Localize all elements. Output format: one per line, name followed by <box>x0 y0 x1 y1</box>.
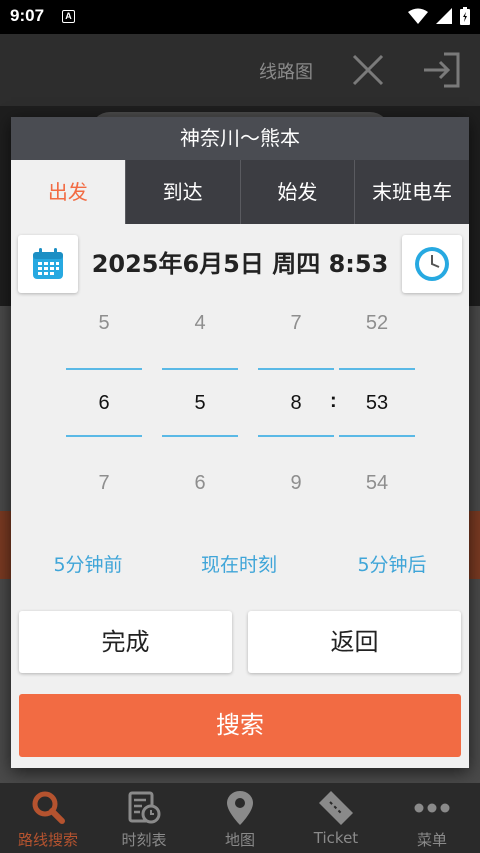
notification-badge: A <box>62 10 75 23</box>
month-current[interactable]: 6 <box>66 392 142 415</box>
minute-current[interactable]: 53 <box>339 392 415 415</box>
tab-departure[interactable]: 出发 <box>11 160 125 224</box>
action-row: 完成 返回 <box>11 604 469 680</box>
day-prev[interactable]: 4 <box>162 312 238 335</box>
tab-last-train[interactable]: 末班电车 <box>354 160 469 224</box>
day-current[interactable]: 5 <box>162 392 238 415</box>
day-wheel[interactable]: 4 5 6 <box>162 296 238 536</box>
minute-next[interactable]: 54 <box>339 472 415 495</box>
close-icon <box>352 54 384 86</box>
hour-prev[interactable]: 7 <box>258 312 334 335</box>
dialog-title: 神奈川〜熊本 <box>11 117 469 160</box>
picker-divider <box>162 435 238 437</box>
more-icon <box>412 789 452 827</box>
calendar-button[interactable] <box>18 235 78 293</box>
ticket-icon <box>316 789 356 827</box>
day-next[interactable]: 6 <box>162 472 238 495</box>
close-button[interactable] <box>350 52 386 88</box>
picker-divider <box>258 368 334 370</box>
five-min-before-button[interactable]: 5分钟前 <box>13 550 163 577</box>
back-button[interactable]: 返回 <box>248 611 461 673</box>
nav-ticket[interactable]: Ticket <box>288 783 384 853</box>
wifi-icon <box>408 8 428 24</box>
search-icon <box>28 789 68 827</box>
exit-icon <box>424 52 460 88</box>
signal-icon <box>436 8 452 24</box>
status-bar: 9:07 A <box>0 0 480 34</box>
app-header: 线路图 <box>0 34 480 106</box>
tab-first-train[interactable]: 始发 <box>239 160 355 224</box>
nav-label: 菜单 <box>416 831 447 849</box>
nav-label: 路线搜索 <box>17 831 78 849</box>
search-button[interactable]: 搜索 <box>19 694 461 757</box>
picker-divider <box>339 368 415 370</box>
clock-icon <box>415 247 449 281</box>
hour-next[interactable]: 9 <box>258 472 334 495</box>
clock-button[interactable] <box>402 235 462 293</box>
selected-datetime: 2025年6月5日 周四 8:53 <box>91 250 389 278</box>
tab-arrival[interactable]: 到达 <box>124 160 240 224</box>
date-row: 2025年6月5日 周四 8:53 <box>11 224 469 296</box>
timetable-icon <box>124 789 164 827</box>
picker-divider <box>66 368 142 370</box>
nav-route-search[interactable]: 路线搜索 <box>0 783 96 853</box>
map-pin-icon <box>220 789 260 827</box>
battery-icon <box>460 7 470 25</box>
quick-time-row: 5分钟前 现在时刻 5分钟后 <box>11 536 469 604</box>
picker-divider <box>66 435 142 437</box>
now-button[interactable]: 现在时刻 <box>164 550 314 577</box>
hour-wheel[interactable]: 7 8 9 <box>258 296 334 536</box>
picker-divider <box>339 435 415 437</box>
month-next[interactable]: 7 <box>66 472 142 495</box>
nav-label: Ticket <box>313 829 359 847</box>
mode-tabs: 出发 到达 始发 末班电车 <box>11 160 469 224</box>
five-min-after-button[interactable]: 5分钟后 <box>317 550 467 577</box>
status-icons <box>408 7 470 25</box>
status-time: 9:07 <box>10 6 45 25</box>
route-map-link[interactable]: 线路图 <box>259 58 313 84</box>
time-separator: : <box>330 390 337 412</box>
nav-label: 时刻表 <box>121 831 167 849</box>
picker-divider <box>258 435 334 437</box>
datetime-dialog: 神奈川〜熊本 出发 到达 始发 末班电车 2025年6月5日 周四 8:53 5… <box>11 117 469 768</box>
month-wheel[interactable]: 5 6 7 <box>66 296 142 536</box>
minute-wheel[interactable]: 52 53 54 <box>339 296 415 536</box>
done-button[interactable]: 完成 <box>19 611 232 673</box>
exit-button[interactable] <box>420 48 464 92</box>
calendar-icon <box>33 248 63 279</box>
picker-divider <box>162 368 238 370</box>
nav-label: 地图 <box>224 831 255 849</box>
bottom-nav: 路线搜索 时刻表 地图 Ticket 菜单 <box>0 783 480 853</box>
nav-map[interactable]: 地图 <box>192 783 288 853</box>
nav-timetable[interactable]: 时刻表 <box>96 783 192 853</box>
minute-prev[interactable]: 52 <box>339 312 415 335</box>
hour-current[interactable]: 8 <box>258 392 334 415</box>
time-picker: 5 6 7 4 5 6 7 8 9 : 52 53 54 <box>11 296 469 536</box>
month-prev[interactable]: 5 <box>66 312 142 335</box>
nav-menu[interactable]: 菜单 <box>384 783 480 853</box>
